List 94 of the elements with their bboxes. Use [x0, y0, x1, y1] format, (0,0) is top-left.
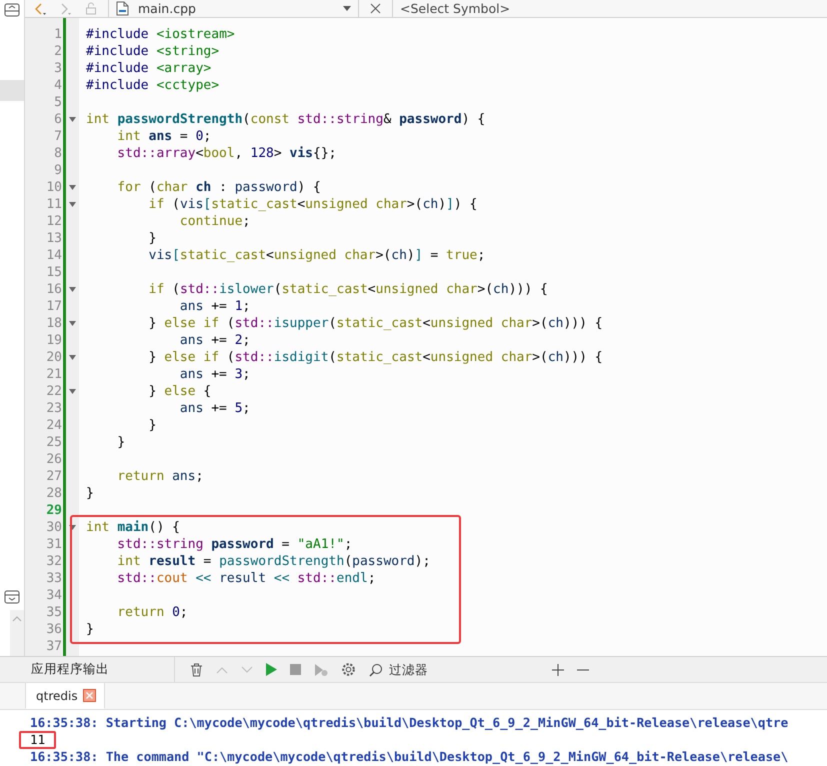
line-number: 25	[45, 434, 62, 451]
tab-label: qtredis	[36, 688, 78, 702]
fold-arrow-icon[interactable]	[69, 321, 76, 326]
code-line: if (vis[static_cast<unsigned char>(ch)]) {	[148, 196, 478, 213]
close-icon[interactable]	[370, 3, 381, 14]
line-number: 33	[45, 570, 62, 587]
close-icon[interactable]	[82, 689, 96, 702]
line-number: 3	[53, 60, 62, 77]
file-selector[interactable]: main.cpp	[136, 1, 336, 16]
output-line: 16:35:38: Starting C:\mycode\mycode\qtredis\build\Desktop_Qt_6_9_2_MinGW_64_bit-Release\release\qtre	[30, 714, 788, 731]
code-line: for (char ch : password) {	[116, 179, 321, 196]
code-line: }	[148, 230, 156, 247]
code-line: int passwordStrength(const std::string& password) {	[86, 111, 486, 128]
panel-toggle-icon[interactable]	[4, 3, 20, 17]
code-line: ans += 5;	[178, 400, 250, 417]
line-number: 37	[45, 638, 62, 655]
line-number: 4	[53, 77, 62, 94]
line-number: 30	[45, 519, 62, 536]
line-number: 10	[45, 179, 62, 196]
line-number: 21	[45, 366, 62, 383]
code-line: } else if (std::isupper(static_cast<unsigned char>(ch))) {	[148, 315, 603, 332]
line-number: 31	[45, 536, 62, 553]
line-number: 16	[45, 281, 62, 298]
line-number: 24	[45, 417, 62, 434]
output-line: 16:35:38: The command "C:\mycode\mycode\qtredis\build\Desktop_Qt_6_9_2_MinGW_64_bit-Release\release\	[30, 748, 788, 765]
line-number: 27	[45, 468, 62, 485]
code-line: int result = passwordStrength(password);	[116, 553, 430, 570]
code-line: }	[86, 485, 94, 502]
fold-arrow-icon[interactable]	[69, 185, 76, 190]
code-line: }	[148, 417, 156, 434]
line-number: 7	[53, 128, 62, 145]
code-line: return 0;	[116, 604, 188, 621]
code-line: vis[static_cast<unsigned char>(ch)] = true;	[148, 247, 486, 264]
line-number: 34	[45, 587, 62, 604]
code-line: std::cout << result << std::endl;	[116, 570, 376, 587]
filter-field[interactable]: 过滤器	[387, 661, 531, 678]
code-line: ans += 3;	[178, 366, 250, 383]
run-icon[interactable]	[266, 663, 277, 676]
line-number: 9	[53, 162, 62, 179]
line-number: 6	[53, 111, 62, 128]
line-number: 18	[45, 315, 62, 332]
fold-arrow-icon[interactable]	[69, 202, 76, 207]
code-line: }	[116, 434, 126, 451]
line-number: 29	[45, 502, 62, 519]
line-number: 32	[45, 553, 62, 570]
code-line: #include <iostream>	[86, 26, 235, 43]
code-line: int ans = 0;	[116, 128, 212, 145]
settings-icon[interactable]	[341, 662, 356, 677]
line-number: 22	[45, 383, 62, 400]
line-number: 12	[45, 213, 62, 230]
code-line: return ans;	[116, 468, 204, 485]
line-number: 15	[45, 264, 62, 281]
plus-icon[interactable]	[552, 664, 564, 676]
line-number: 26	[45, 451, 62, 468]
line-number: 8	[53, 145, 62, 162]
code-line: std::string password = "aA1!";	[116, 536, 352, 553]
fold-arrow-icon[interactable]	[69, 525, 76, 530]
line-number: 11	[45, 196, 62, 213]
line-number: 19	[45, 332, 62, 349]
line-number: 2	[53, 43, 62, 60]
pane-title: 应用程序输出	[31, 661, 110, 678]
line-number: 1	[53, 26, 62, 43]
fold-arrow-icon[interactable]	[69, 355, 76, 360]
code-line: ans += 2;	[178, 332, 250, 349]
line-number: 17	[45, 298, 62, 315]
line-number: 23	[45, 400, 62, 417]
collapse-icon[interactable]	[4, 590, 20, 604]
line-number: 35	[45, 604, 62, 621]
line-number: 36	[45, 621, 62, 638]
fold-arrow-icon[interactable]	[69, 389, 76, 394]
fold-arrow-icon[interactable]	[69, 117, 76, 122]
output-tab[interactable]: qtredis	[25, 682, 105, 709]
code-line: if (std::islower(static_cast<unsigned char>(ch))) {	[148, 281, 548, 298]
code-line: }	[86, 621, 94, 638]
line-number: 14	[45, 247, 62, 264]
code-line: ans += 1;	[178, 298, 250, 315]
search-icon	[369, 662, 383, 676]
code-line: #include <array>	[86, 60, 212, 77]
code-line: #include <string>	[86, 43, 220, 60]
symbol-selector[interactable]: <Select Symbol>	[400, 1, 510, 16]
line-number: 5	[53, 94, 62, 111]
code-line: #include <cctype>	[86, 77, 220, 94]
fold-arrow-icon[interactable]	[69, 287, 76, 292]
code-line: } else {	[148, 383, 212, 400]
code-line: continue;	[178, 213, 250, 230]
trash-icon[interactable]	[190, 662, 203, 676]
code-line: int main() {	[86, 519, 180, 536]
code-line: } else if (std::isdigit(static_cast<unsigned char>(ch))) {	[148, 349, 603, 366]
line-number: 20	[45, 349, 62, 366]
line-number: 28	[45, 485, 62, 502]
scrollbar[interactable]	[10, 610, 24, 656]
dropdown-caret-icon[interactable]	[343, 6, 351, 11]
code-line: std::array<bool, 128> vis{};	[116, 145, 336, 162]
line-number: 13	[45, 230, 62, 247]
